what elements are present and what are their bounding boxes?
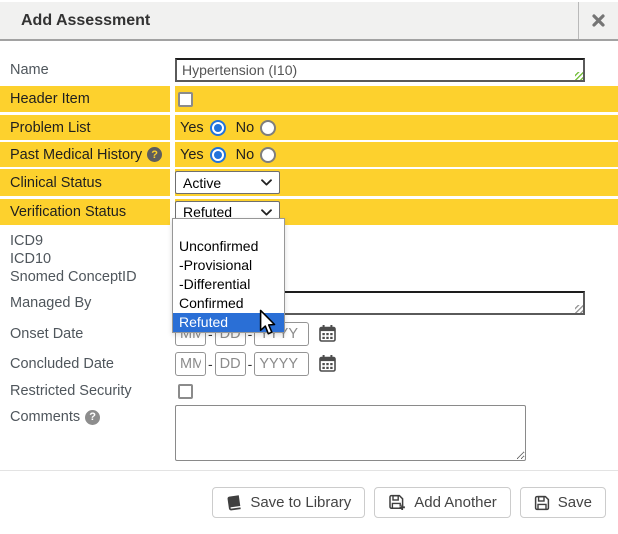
name-input[interactable] <box>175 58 585 82</box>
dialog-body: Name Header Item Problem List Yes No <box>0 43 618 461</box>
dropdown-option-refuted[interactable]: Refuted <box>173 313 284 332</box>
clinical-status-select[interactable]: Active <box>175 171 280 194</box>
row-onset-date: Onset Date - - <box>0 320 618 347</box>
clinical-status-label: Clinical Status <box>0 169 170 196</box>
problem-list-label: Problem List <box>0 115 170 140</box>
dialog-titlebar: Add Assessment <box>0 2 618 41</box>
dialog-title: Add Assessment <box>0 12 150 30</box>
row-header-item: Header Item <box>0 86 618 112</box>
book-icon <box>226 495 242 511</box>
onset-calendar-icon[interactable] <box>318 324 337 343</box>
comments-textarea[interactable] <box>175 405 526 461</box>
header-item-label: Header Item <box>0 86 170 112</box>
row-verification-status: Verification Status Refuted <box>0 199 618 225</box>
dropdown-option-unconfirmed[interactable]: Unconfirmed <box>173 237 284 256</box>
concluded-calendar-icon[interactable] <box>318 354 337 373</box>
concluded-month-input[interactable] <box>175 352 206 376</box>
row-icd9: ICD9 <box>0 232 618 250</box>
row-clinical-status: Clinical Status Active <box>0 169 618 196</box>
dropdown-option-blank[interactable] <box>173 219 284 237</box>
problem-list-yes-label: Yes <box>180 120 204 136</box>
dialog-footer: Save to Library Add Another Save <box>0 470 618 534</box>
restricted-security-label: Restricted Security <box>0 383 170 399</box>
comments-label: Comments <box>10 409 80 425</box>
close-button[interactable] <box>578 2 618 39</box>
row-managed-by: Managed By <box>0 290 618 316</box>
save-icon <box>534 495 550 511</box>
restricted-security-checkbox[interactable] <box>178 384 193 399</box>
verification-status-label: Verification Status <box>0 199 170 225</box>
close-icon <box>592 14 605 27</box>
row-restricted-security: Restricted Security <box>0 380 618 402</box>
icd9-label: ICD9 <box>0 233 170 249</box>
problem-list-yes-radio[interactable] <box>210 120 226 136</box>
past-medical-history-label: Past Medical History <box>10 147 142 163</box>
concluded-day-input[interactable] <box>215 352 246 376</box>
chevron-down-icon <box>261 209 272 216</box>
onset-date-label: Onset Date <box>0 326 170 342</box>
dropdown-option-differential[interactable]: -Differential <box>173 275 284 294</box>
header-item-checkbox[interactable] <box>178 92 193 107</box>
icd10-label: ICD10 <box>0 251 170 267</box>
chevron-down-icon <box>261 179 272 186</box>
row-concluded-date: Concluded Date - - <box>0 350 618 377</box>
pmh-no-radio[interactable] <box>260 147 276 163</box>
question-circle-icon[interactable]: ? <box>147 147 162 162</box>
snomed-conceptid-label: Snomed ConceptID <box>0 269 170 285</box>
managed-by-label: Managed By <box>0 295 170 311</box>
concluded-year-input[interactable] <box>254 352 309 376</box>
add-another-button[interactable]: Add Another <box>374 487 511 518</box>
dropdown-option-confirmed[interactable]: Confirmed <box>173 294 284 313</box>
question-circle-icon[interactable]: ? <box>85 410 100 425</box>
row-problem-list: Problem List Yes No <box>0 115 618 140</box>
problem-list-no-label: No <box>236 120 255 136</box>
name-label: Name <box>0 62 170 78</box>
row-past-medical-history: Past Medical History ? Yes No <box>0 142 618 167</box>
dropdown-option-provisional[interactable]: -Provisional <box>173 256 284 275</box>
problem-list-no-radio[interactable] <box>260 120 276 136</box>
row-snomed-conceptid: Snomed ConceptID <box>0 268 618 286</box>
pmh-yes-label: Yes <box>180 147 204 163</box>
concluded-date-label: Concluded Date <box>0 356 170 372</box>
save-to-library-button[interactable]: Save to Library <box>212 487 365 518</box>
row-comments: Comments ? <box>0 405 618 461</box>
verification-status-dropdown-list: Unconfirmed -Provisional -Differential C… <box>172 218 285 333</box>
pmh-no-label: No <box>236 147 255 163</box>
row-name: Name <box>0 56 618 84</box>
pmh-yes-radio[interactable] <box>210 147 226 163</box>
save-plus-icon <box>388 494 406 511</box>
row-icd10: ICD10 <box>0 250 618 268</box>
save-button[interactable]: Save <box>520 487 606 518</box>
add-assessment-dialog: Add Assessment Name Header Item Proble <box>0 0 618 534</box>
